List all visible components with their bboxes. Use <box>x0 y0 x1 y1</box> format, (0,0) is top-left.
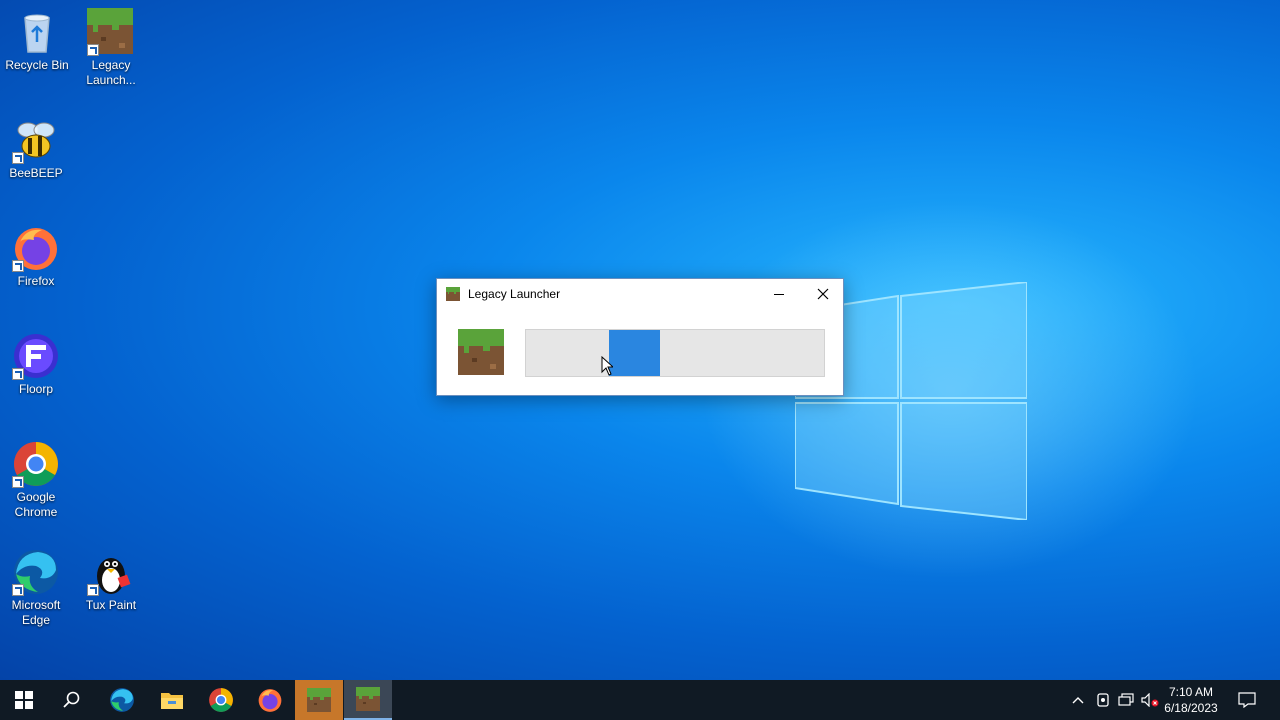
edge-icon <box>110 688 134 712</box>
bee-icon <box>12 116 60 164</box>
window-titlebar[interactable]: Legacy Launcher <box>437 279 843 309</box>
grass-block-icon <box>356 687 380 711</box>
chrome-icon <box>12 440 60 488</box>
taskbar: 7:10 AM 6/18/2023 <box>0 680 1280 720</box>
taskbar-clock[interactable]: 7:10 AM 6/18/2023 <box>1160 684 1222 716</box>
grass-block-icon <box>87 8 135 56</box>
clock-time: 7:10 AM <box>1168 685 1214 699</box>
taskbar-legacy-launcher[interactable] <box>295 680 343 720</box>
taskbar-chrome[interactable] <box>197 680 245 720</box>
shortcut-arrow-icon <box>12 584 24 596</box>
chrome-icon <box>209 688 233 712</box>
desktop-icon-label: Tux Paint <box>85 598 137 612</box>
shortcut-arrow-icon <box>87 44 99 56</box>
taskbar-firefox[interactable] <box>246 680 294 720</box>
desktop-icon-tux-paint[interactable]: Tux Paint <box>75 548 147 613</box>
loading-progress-bar <box>525 329 825 377</box>
desktop-icon-firefox[interactable]: Firefox <box>0 224 72 289</box>
desktop: Recycle Bin Legacy Launch... BeeBEEP Fir… <box>0 0 1280 680</box>
edge-icon <box>12 548 60 596</box>
desktop-icon-beebeep[interactable]: BeeBEEP <box>0 116 72 181</box>
desktop-icon-legacy-launcher[interactable]: Legacy Launch... <box>75 8 147 88</box>
taskbar-edge[interactable] <box>98 680 146 720</box>
show-hidden-icons-button[interactable] <box>1068 690 1088 710</box>
firefox-icon <box>12 224 60 272</box>
file-explorer-icon <box>161 693 183 709</box>
shortcut-arrow-icon <box>12 152 24 164</box>
grass-block-icon <box>446 287 460 301</box>
desktop-icon-floorp[interactable]: Floorp <box>0 332 72 397</box>
minimize-icon <box>774 293 784 295</box>
shortcut-arrow-icon <box>12 368 24 380</box>
desktop-icon-label: Firefox <box>17 274 55 288</box>
network-button[interactable] <box>1116 690 1136 710</box>
close-button[interactable] <box>801 279 845 309</box>
start-icon <box>15 691 33 709</box>
device-icon <box>1097 693 1109 707</box>
tux-icon <box>87 548 135 596</box>
desktop-icon-label: BeeBEEP <box>9 166 63 180</box>
mouse-cursor-icon <box>601 356 613 376</box>
tray-app-button[interactable] <box>1093 690 1113 710</box>
shortcut-arrow-icon <box>12 260 24 272</box>
desktop-icon-microsoft-edge[interactable]: Microsoft Edge <box>0 548 72 628</box>
action-center-button[interactable] <box>1237 690 1257 710</box>
floorp-icon <box>12 332 60 380</box>
desktop-icon-google-chrome[interactable]: Google Chrome <box>0 440 72 520</box>
volume-button[interactable] <box>1140 690 1160 710</box>
desktop-icon-label: Floorp <box>18 382 53 396</box>
legacy-launcher-window: Legacy Launcher <box>436 278 844 396</box>
desktop-icon-label: Google Chrome <box>14 490 58 519</box>
shortcut-arrow-icon <box>12 476 24 488</box>
taskbar-legacy-launcher-window[interactable] <box>344 680 392 720</box>
recycle-bin-icon <box>13 8 61 56</box>
chevron-up-icon <box>1072 697 1084 704</box>
search-button[interactable] <box>48 680 96 720</box>
start-button[interactable] <box>0 680 48 720</box>
notification-icon <box>1238 692 1256 708</box>
grass-block-icon <box>307 688 331 712</box>
search-icon <box>63 691 80 708</box>
firefox-icon <box>258 689 282 712</box>
desktop-icon-label: Legacy Launch... <box>86 58 136 87</box>
shortcut-arrow-icon <box>87 584 99 596</box>
network-icon <box>1118 693 1134 706</box>
taskbar-file-explorer[interactable] <box>148 680 196 720</box>
volume-muted-icon <box>1141 693 1159 707</box>
minimize-button[interactable] <box>757 279 801 309</box>
progress-segment <box>609 330 661 376</box>
window-title: Legacy Launcher <box>468 287 561 301</box>
close-icon <box>817 288 829 300</box>
desktop-icon-label: Recycle Bin <box>5 58 69 72</box>
clock-date: 6/18/2023 <box>1164 701 1218 715</box>
desktop-icon-label: Microsoft Edge <box>11 598 61 627</box>
grass-block-logo <box>458 329 504 375</box>
desktop-icon-recycle-bin[interactable]: Recycle Bin <box>1 8 73 73</box>
